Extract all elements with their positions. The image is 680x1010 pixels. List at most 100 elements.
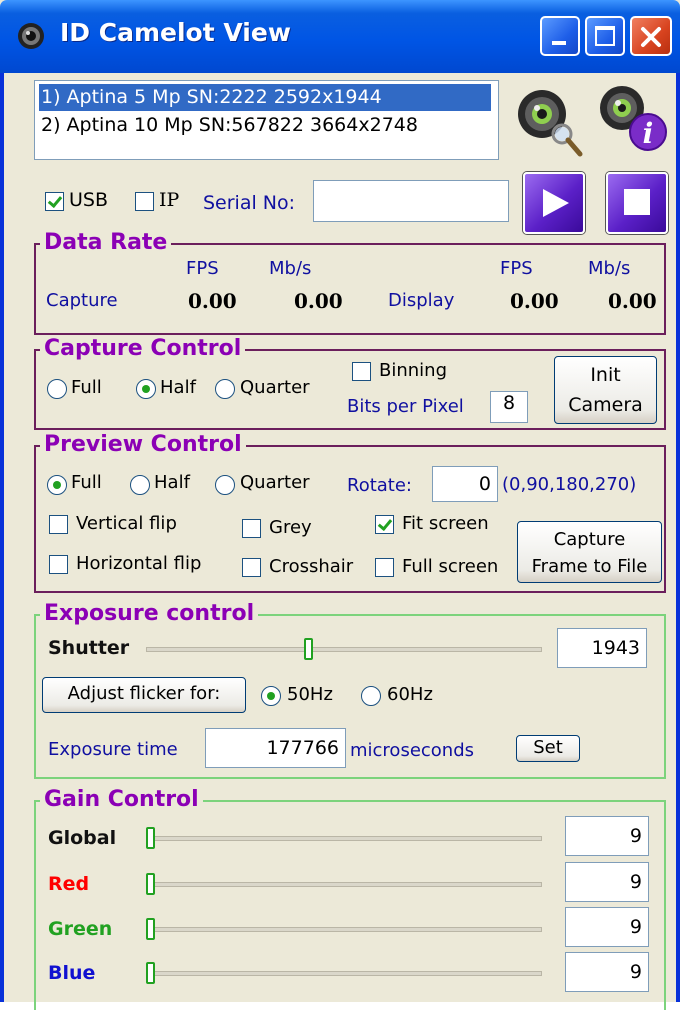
init-camera-line1: Init [590, 364, 621, 386]
camera-info-icon[interactable]: i [592, 80, 672, 156]
gain-blue-slider-track[interactable] [146, 971, 542, 976]
search-camera-icon[interactable] [510, 82, 586, 158]
preview-full-label: Full [71, 472, 102, 493]
shutter-label: Shutter [48, 637, 130, 659]
crosshair-checkbox[interactable] [242, 558, 261, 577]
gain-global-label: Global [48, 827, 117, 849]
exposure-control-title: Exposure control [40, 601, 259, 626]
capture-half-radio[interactable] [136, 379, 156, 399]
display-mbs-header: Mb/s [588, 258, 631, 279]
capture-frame-button[interactable]: Capture Frame to File [517, 521, 662, 583]
preview-quarter-radio[interactable] [215, 475, 235, 495]
set-exposure-button[interactable]: Set [516, 735, 580, 762]
shutter-value[interactable]: 1943 [557, 628, 647, 668]
capture-fps-value: 0.00 [188, 289, 237, 313]
bits-per-pixel-input[interactable]: 8 [490, 391, 528, 423]
rotate-hint: (0,90,180,270) [502, 474, 637, 495]
gain-red-value[interactable]: 9 [565, 862, 649, 902]
preview-half-label: Half [154, 472, 190, 493]
capture-fps-header: FPS [186, 258, 219, 279]
gain-red-label: Red [48, 873, 90, 895]
gain-blue-value[interactable]: 9 [565, 952, 649, 992]
binning-label: Binning [379, 360, 448, 381]
flicker-60hz-radio[interactable] [361, 686, 381, 706]
flicker-60hz-label: 60Hz [387, 684, 433, 705]
window-border-left [0, 73, 4, 1002]
usb-checkbox[interactable] [45, 192, 64, 211]
gain-global-slider-thumb[interactable] [146, 827, 155, 849]
gain-green-value[interactable]: 9 [565, 907, 649, 947]
fit-screen-checkbox[interactable] [375, 515, 394, 534]
capture-mbs-value: 0.00 [294, 289, 343, 313]
capture-rate-label: Capture [46, 290, 118, 311]
gain-red-slider-thumb[interactable] [146, 873, 155, 895]
exposure-unit-label: microseconds [350, 740, 475, 761]
gain-blue-label: Blue [48, 962, 96, 984]
grey-label: Grey [269, 517, 312, 538]
rotate-input[interactable]: 0 [432, 466, 498, 502]
fit-screen-label: Fit screen [402, 513, 489, 534]
capture-frame-line1: Capture [553, 529, 626, 550]
grey-checkbox[interactable] [242, 519, 261, 538]
exposure-time-input[interactable]: 177766 [205, 728, 346, 768]
gain-green-slider-thumb[interactable] [146, 918, 155, 940]
close-button[interactable] [630, 16, 672, 56]
display-fps-header: FPS [500, 258, 533, 279]
stop-button[interactable] [606, 172, 668, 234]
ip-checkbox[interactable] [135, 192, 154, 211]
display-mbs-value: 0.00 [608, 289, 657, 313]
vertical-flip-label: Vertical flip [76, 513, 177, 534]
rotate-label: Rotate: [347, 475, 412, 496]
camera-list[interactable]: 1) Aptina 5 Mp SN:2222 2592x1944 2) Apti… [34, 80, 499, 160]
window-border-right [676, 73, 680, 1002]
gain-blue-slider-thumb[interactable] [146, 962, 155, 984]
flicker-50hz-radio[interactable] [261, 686, 281, 706]
shutter-slider-thumb[interactable] [304, 638, 313, 660]
capture-control-title: Capture Control [40, 336, 246, 361]
init-camera-button[interactable]: Init Camera [554, 356, 657, 424]
gain-global-value[interactable]: 9 [565, 816, 649, 856]
bits-per-pixel-label: Bits per Pixel [347, 396, 464, 417]
gain-red-slider-track[interactable] [146, 882, 542, 887]
init-camera-line2: Camera [568, 394, 643, 416]
preview-half-radio[interactable] [130, 475, 150, 495]
ip-label: IP [159, 189, 180, 211]
preview-full-radio[interactable] [47, 475, 67, 495]
preview-control-title: Preview Control [40, 432, 246, 457]
gain-control-title: Gain Control [40, 787, 203, 812]
camera-list-item[interactable]: 1) Aptina 5 Mp SN:2222 2592x1944 [39, 84, 491, 111]
close-icon [641, 27, 661, 47]
shutter-slider-track[interactable] [146, 647, 542, 652]
full-screen-label: Full screen [402, 556, 499, 577]
full-screen-checkbox[interactable] [375, 558, 394, 577]
vertical-flip-checkbox[interactable] [49, 515, 68, 534]
exposure-time-label: Exposure time [48, 739, 178, 760]
gain-green-label: Green [48, 918, 113, 940]
binning-checkbox[interactable] [352, 362, 371, 381]
capture-half-label: Half [160, 377, 196, 398]
adjust-flicker-button[interactable]: Adjust flicker for: [42, 677, 246, 713]
stop-icon [624, 189, 650, 215]
play-button[interactable] [523, 172, 585, 234]
minimize-button[interactable] [540, 16, 580, 56]
preview-quarter-label: Quarter [240, 472, 310, 493]
svg-text:i: i [643, 117, 654, 150]
display-rate-label: Display [388, 290, 455, 311]
gain-global-slider-track[interactable] [146, 836, 542, 841]
capture-full-radio[interactable] [47, 379, 67, 399]
capture-full-label: Full [71, 377, 102, 398]
play-icon [543, 189, 569, 217]
title-bar[interactable]: ID Camelot View [0, 0, 680, 73]
app-window: ID Camelot View 1) Aptina 5 Mp SN:2222 2… [0, 0, 680, 1010]
gain-green-slider-track[interactable] [146, 927, 542, 932]
horizontal-flip-label: Horizontal flip [76, 553, 202, 574]
usb-label: USB [69, 189, 109, 211]
data-rate-title: Data Rate [40, 230, 172, 255]
serial-input[interactable] [313, 180, 509, 222]
window-title: ID Camelot View [60, 18, 291, 47]
horizontal-flip-checkbox[interactable] [49, 555, 68, 574]
flicker-50hz-label: 50Hz [287, 684, 333, 705]
maximize-button[interactable] [585, 16, 625, 56]
camera-list-item[interactable]: 2) Aptina 10 Mp SN:567822 3664x2748 [39, 112, 426, 139]
capture-quarter-radio[interactable] [215, 379, 235, 399]
